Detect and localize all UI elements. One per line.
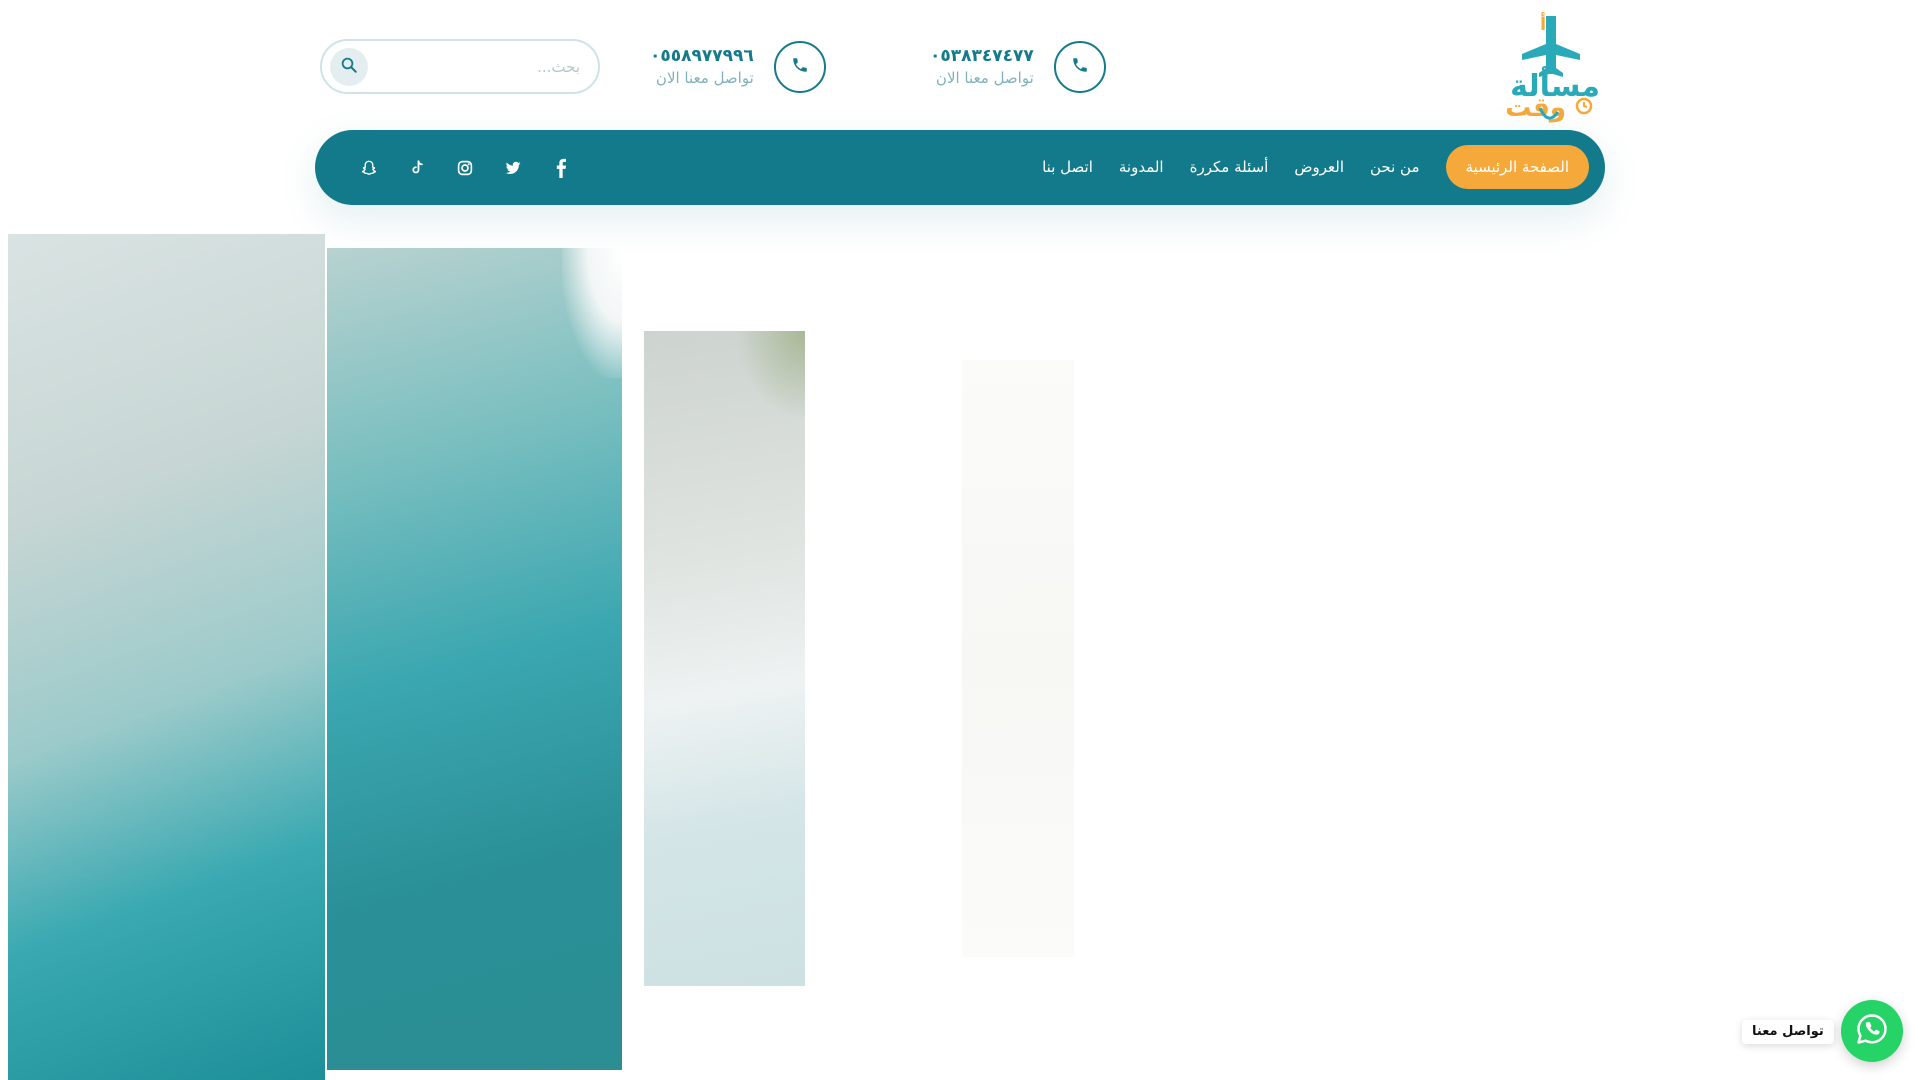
nav-item-contact[interactable]: اتصل بنا <box>1042 145 1093 189</box>
svg-text:أ: أ <box>1540 12 1546 35</box>
hero-image-panel <box>962 360 1074 957</box>
instagram-icon[interactable] <box>455 158 475 178</box>
search-button[interactable] <box>330 47 368 86</box>
whatsapp-label[interactable]: تواصل معنا <box>1742 1020 1834 1044</box>
facebook-icon[interactable] <box>551 158 571 178</box>
contact-block-primary: ٠٥٣٨٣٤٧٤٧٧ تواصل معنا الان <box>930 41 1106 93</box>
hero-image-panel <box>8 234 325 1080</box>
call-button[interactable] <box>1053 41 1106 93</box>
nav-item-blog[interactable]: المدونة <box>1119 145 1164 189</box>
call-button[interactable] <box>773 41 826 93</box>
phone-icon <box>1071 56 1089 78</box>
contact-text: ٠٥٥٨٩٧٧٩٩٦ تواصل معنا الان <box>650 45 754 89</box>
nav-item-about[interactable]: من نحن <box>1370 145 1420 189</box>
nav-item-faq[interactable]: أسئلة مكررة <box>1190 145 1269 189</box>
phone-icon <box>791 56 809 78</box>
nav-item-offers[interactable]: العروض <box>1294 145 1344 189</box>
nav-menu: الصفحة الرئيسية من نحن العروض أسئلة مكرر… <box>1042 145 1589 189</box>
search-input[interactable] <box>368 46 582 87</box>
main-navbar: الصفحة الرئيسية من نحن العروض أسئلة مكرر… <box>315 130 1605 205</box>
whatsapp-button[interactable] <box>1841 1000 1903 1062</box>
contact-phone-number[interactable]: ٠٥٥٨٩٧٧٩٩٦ <box>650 45 754 67</box>
social-links <box>359 130 571 205</box>
contact-block-secondary: ٠٥٥٨٩٧٧٩٩٦ تواصل معنا الان <box>650 41 826 93</box>
contact-phone-number[interactable]: ٠٥٣٨٣٤٧٤٧٧ <box>930 45 1034 67</box>
contact-label: تواصل معنا الان <box>935 69 1034 87</box>
whatsapp-icon <box>1854 1011 1890 1051</box>
site-logo[interactable]: أ مسألة وقت <box>1496 8 1606 126</box>
tiktok-icon[interactable] <box>407 158 427 178</box>
svg-text:وقت: وقت <box>1505 93 1566 123</box>
search-icon <box>340 56 358 78</box>
nav-item-home[interactable]: الصفحة الرئيسية <box>1445 145 1589 189</box>
hero-image-panel <box>327 248 622 1070</box>
twitter-icon[interactable] <box>503 158 523 178</box>
contact-label: تواصل معنا الان <box>655 69 754 87</box>
contact-text: ٠٥٣٨٣٤٧٤٧٧ تواصل معنا الان <box>930 45 1034 89</box>
hero-image-panel <box>644 331 805 986</box>
snapchat-icon[interactable] <box>359 158 379 178</box>
search-box <box>320 39 600 94</box>
